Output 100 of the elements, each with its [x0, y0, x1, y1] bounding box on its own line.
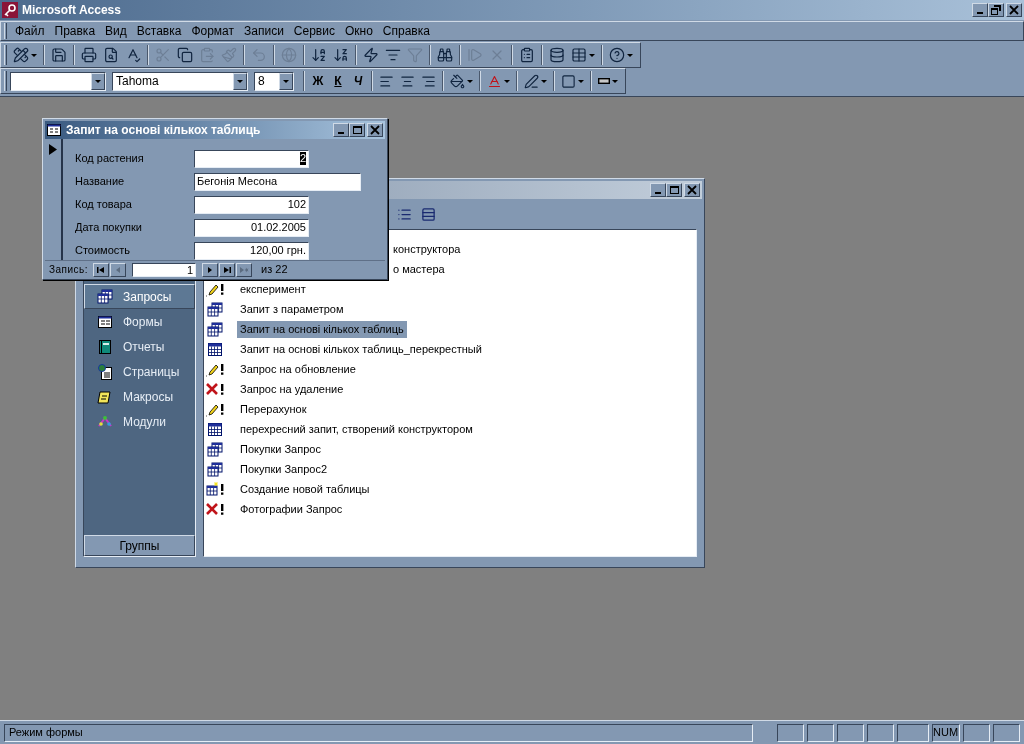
pen-line-icon: [524, 73, 539, 89]
close-button[interactable]: [684, 183, 700, 197]
object-type-item[interactable]: Макросы: [84, 384, 195, 409]
query-name[interactable]: Перерахунок: [237, 400, 310, 418]
status-panel: [807, 723, 834, 742]
minimize-icon: [338, 132, 344, 134]
step-forward-icon: [467, 47, 483, 63]
first-record-button[interactable]: [93, 262, 110, 277]
menu-item[interactable]: Записи: [239, 22, 289, 40]
format-button[interactable]: Ч: [348, 70, 368, 92]
query-name[interactable]: Запрос на обновление: [237, 360, 359, 378]
clipboard-list-icon: [519, 47, 535, 63]
help-icon: [609, 47, 625, 63]
menu-item[interactable]: Правка: [49, 22, 101, 40]
caret-icon: [578, 79, 584, 83]
minimize-button[interactable]: [972, 3, 988, 17]
record-count: из 22: [261, 262, 288, 278]
menu-item[interactable]: Окно: [339, 22, 378, 40]
crosstab-grid-icon: [206, 421, 224, 437]
close-icon: [370, 125, 380, 135]
copy-icon: [177, 47, 193, 63]
details-icon: [420, 206, 436, 222]
next-record-button[interactable]: [202, 262, 219, 277]
minimize-button[interactable]: [333, 123, 349, 137]
menu-item[interactable]: Сервис: [288, 22, 340, 40]
object-type-item[interactable]: Отчеты: [84, 334, 195, 359]
maximize-button[interactable]: [666, 183, 682, 197]
caret-icon: [467, 79, 473, 83]
menu-item[interactable]: Файл: [10, 22, 50, 40]
restore-icon: [991, 5, 1001, 15]
menu-item[interactable]: Вставка: [131, 22, 187, 40]
caret-icon: [95, 79, 101, 83]
sort-ascending-icon: [311, 47, 327, 63]
last-record-button[interactable]: [219, 262, 236, 277]
caret-icon: [627, 53, 633, 57]
minimize-button[interactable]: [650, 183, 666, 197]
document-magnifier-icon: [103, 47, 119, 63]
query-name[interactable]: експеримент: [237, 280, 309, 298]
object-type-item[interactable]: Формы: [84, 309, 195, 334]
status-panel: [963, 723, 990, 742]
record-number-field[interactable]: 1: [132, 262, 197, 277]
field-label: Дата покупки: [75, 220, 143, 236]
query-name[interactable]: о мастера: [390, 260, 448, 278]
form-icon: [47, 124, 61, 136]
align-right-icon: [421, 73, 436, 89]
query-tables-icon: [97, 288, 113, 305]
input-field[interactable]: 102: [194, 195, 309, 214]
font-size-dropdown[interactable]: 8: [254, 71, 294, 91]
format-button[interactable]: Ж: [308, 70, 328, 92]
query-name[interactable]: Покупки Запрос2: [237, 460, 330, 478]
field-label: Стоимость: [75, 243, 132, 259]
list-icon: [396, 206, 412, 222]
query-tables-icon: [206, 301, 224, 317]
close-button[interactable]: [1006, 3, 1022, 17]
minimize-icon: [977, 12, 983, 14]
groups-button[interactable]: Группы: [84, 535, 195, 556]
status-panel: [777, 723, 804, 742]
query-name[interactable]: Запит на основі кількох таблиць_перекрестный: [237, 340, 485, 358]
object-type-item[interactable]: Страницы: [84, 359, 195, 384]
num-lock-indicator: NUM: [932, 723, 960, 742]
maximize-icon: [352, 125, 362, 135]
query-name[interactable]: Создание новой таблицы: [237, 480, 373, 498]
menu-item[interactable]: Формат: [186, 22, 240, 40]
query-name[interactable]: перехресний запит, створений конструктором: [237, 420, 476, 438]
input-field[interactable]: 120,00 грн.: [194, 241, 309, 260]
input-field[interactable]: 2: [194, 149, 309, 168]
input-field[interactable]: 01.02.2005: [194, 218, 309, 237]
record-label: Запись:: [49, 263, 89, 277]
close-button[interactable]: [367, 123, 383, 137]
report-book-icon: [97, 338, 113, 355]
lightning-icon: [363, 47, 379, 63]
format-button[interactable]: К: [328, 70, 348, 92]
input-field[interactable]: Бегонія Месона: [194, 172, 361, 191]
restore-button[interactable]: [988, 3, 1004, 17]
font-color-icon: [487, 73, 502, 89]
query-tables-icon: [206, 461, 224, 477]
caret-icon: [31, 53, 37, 57]
database-icon: [549, 47, 565, 63]
query-name[interactable]: Запит з параметром: [237, 300, 347, 318]
status-panel: [897, 723, 929, 742]
pencil-exclamation-icon: [206, 361, 224, 377]
query-tables-icon: [206, 441, 224, 457]
menu-item[interactable]: Вид: [100, 22, 132, 40]
query-name[interactable]: Покупки Запрос: [237, 440, 324, 458]
object-dropdown[interactable]: [10, 71, 106, 91]
menu-item[interactable]: Справка: [377, 22, 435, 40]
field-label: Код товара: [75, 197, 133, 213]
caret-icon: [589, 53, 595, 57]
object-type-item[interactable]: Модули: [84, 409, 195, 434]
query-name[interactable]: Запит на основі кількох таблиць: [237, 320, 407, 338]
font-dropdown[interactable]: Tahoma: [112, 71, 248, 91]
minimize-icon: [655, 192, 661, 194]
paint-bucket-icon: [450, 73, 465, 89]
caret-icon: [283, 79, 289, 83]
query-name[interactable]: Фотографии Запрос: [237, 500, 346, 518]
object-type-item[interactable]: Запросы: [84, 284, 195, 309]
query-name[interactable]: Запрос на удаление: [237, 380, 347, 398]
maximize-button[interactable]: [349, 123, 365, 137]
close-icon: [687, 185, 697, 195]
query-name[interactable]: конструктора: [390, 240, 464, 258]
